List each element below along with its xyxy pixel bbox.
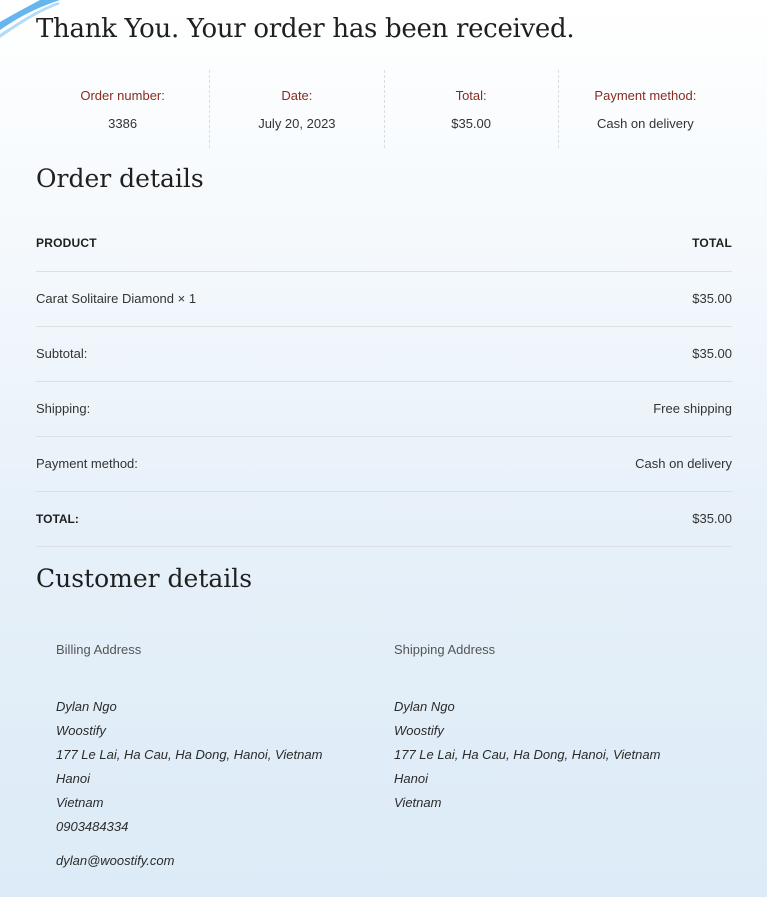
billing-address-title: Billing Address	[56, 642, 142, 657]
shipping-country: Vietnam	[394, 795, 442, 810]
overview-label: Total:	[455, 88, 487, 103]
table-row: Shipping: Free shipping	[36, 381, 732, 437]
table-row: Payment method: Cash on delivery	[36, 436, 732, 492]
table-row: Carat Solitaire Diamond × 1 $35.00	[36, 271, 732, 327]
row-label: Subtotal:	[36, 326, 470, 382]
customer-details-title: Customer details	[36, 564, 253, 593]
overview-total: Total: $35.00	[385, 70, 559, 148]
column-header-total: TOTAL	[469, 216, 732, 272]
table-row-total: TOTAL: $35.00	[36, 491, 732, 547]
row-value: Free shipping	[469, 381, 732, 437]
shipping-name: Dylan Ngo	[394, 699, 455, 714]
billing-email: dylan@woostify.com	[56, 853, 175, 868]
shipping-address-title: Shipping Address	[394, 642, 496, 657]
overview-order-number: Order number: 3386	[36, 70, 211, 148]
shipping-city: Hanoi	[394, 771, 428, 786]
shipping-company: Woostify	[394, 723, 444, 738]
row-value: $35.00	[469, 271, 732, 327]
overview-value: 3386	[108, 116, 138, 131]
row-value: Cash on delivery	[469, 436, 732, 492]
row-value: $35.00	[469, 326, 732, 382]
billing-street: 177 Le Lai, Ha Cau, Ha Dong, Hanoi, Viet…	[56, 747, 323, 762]
billing-name: Dylan Ngo	[56, 699, 117, 714]
overview-value: $35.00	[451, 116, 491, 131]
overview-payment-method: Payment method: Cash on delivery	[559, 70, 732, 148]
row-label: Shipping:	[36, 381, 470, 437]
order-details-table: PRODUCT TOTAL Carat Solitaire Diamond × …	[36, 216, 732, 547]
overview-value: July 20, 2023	[258, 116, 336, 131]
product-link[interactable]: Carat Solitaire Diamond × 1	[36, 271, 470, 327]
order-received-page: Thank You. Your order has been received.…	[0, 0, 767, 897]
overview-label: Date:	[281, 88, 313, 103]
table-row: Subtotal: $35.00	[36, 326, 732, 382]
row-label: TOTAL:	[36, 491, 470, 547]
order-details-title: Order details	[36, 164, 204, 193]
row-label: Payment method:	[36, 436, 470, 492]
column-header-product: PRODUCT	[36, 216, 470, 272]
overview-label: Payment method:	[594, 88, 697, 103]
table-header-row: PRODUCT TOTAL	[36, 216, 732, 272]
billing-country: Vietnam	[56, 795, 104, 810]
shipping-street: 177 Le Lai, Ha Cau, Ha Dong, Hanoi, Viet…	[394, 747, 661, 762]
shipping-address: Shipping Address Dylan Ngo Woostify 177 …	[394, 642, 714, 815]
overview-date: Date: July 20, 2023	[210, 70, 385, 148]
billing-city: Hanoi	[56, 771, 90, 786]
billing-address: Billing Address Dylan Ngo Woostify 177 L…	[56, 642, 376, 873]
billing-company: Woostify	[56, 723, 106, 738]
order-overview: Order number: 3386 Date: July 20, 2023 T…	[36, 70, 732, 148]
row-value: $35.00	[469, 491, 732, 547]
billing-phone: 0903484334	[56, 819, 129, 834]
overview-value: Cash on delivery	[596, 116, 694, 131]
page-title: Thank You. Your order has been received.	[36, 14, 575, 44]
overview-label: Order number:	[80, 88, 165, 103]
